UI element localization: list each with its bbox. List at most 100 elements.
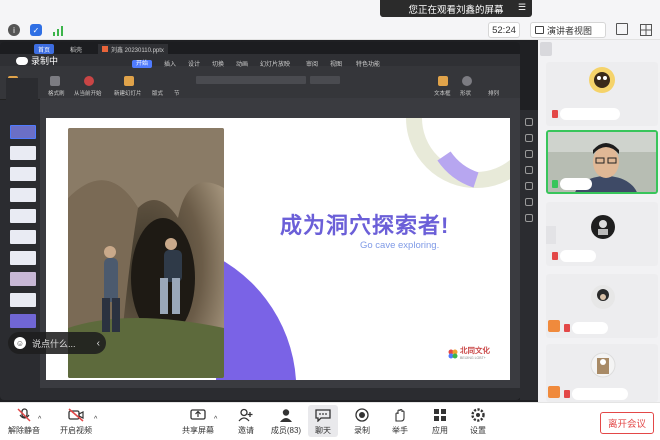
slide-thumbnail[interactable] xyxy=(10,188,36,202)
side-tool-icon[interactable] xyxy=(525,166,533,174)
menu-transition[interactable]: 切换 xyxy=(212,59,224,68)
participant-name-pill xyxy=(560,178,592,190)
banner-menu-icon[interactable]: ☰ xyxy=(518,2,530,14)
side-tool-icon[interactable] xyxy=(525,214,533,222)
ppt-file-icon xyxy=(102,46,108,52)
textbox-icon[interactable] xyxy=(438,76,448,86)
slide-thumbnail[interactable] xyxy=(10,209,36,223)
new-slide-icon[interactable] xyxy=(124,76,134,86)
members-icon xyxy=(280,409,292,422)
menu-insert[interactable]: 插入 xyxy=(164,59,176,68)
shield-icon[interactable]: ✓ xyxy=(30,24,42,36)
new-slide-label: 新建幻灯片 xyxy=(114,91,142,97)
slide-thumbnail[interactable] xyxy=(10,251,36,265)
format-painter-label: 格式刷 xyxy=(48,91,65,97)
chevron-up-icon[interactable]: ^ xyxy=(94,416,97,423)
side-tool-icon[interactable] xyxy=(525,134,533,142)
panel-collapse-icon[interactable] xyxy=(540,42,552,56)
gear-icon xyxy=(471,408,485,422)
share-screen-button[interactable]: 共享屏幕 xyxy=(178,408,218,436)
side-tool-icon[interactable] xyxy=(525,198,533,206)
apps-label: 应用 xyxy=(432,426,448,435)
format-painter-icon[interactable] xyxy=(50,76,60,86)
settings-button[interactable]: 设置 xyxy=(458,408,498,436)
avatar xyxy=(589,67,615,93)
members-button[interactable]: 成员(83) xyxy=(266,408,306,436)
slide-thumbnail[interactable] xyxy=(10,146,36,160)
recording-indicator: 录制中 xyxy=(16,54,58,67)
app-tab-document-label: 刘鑫 20230110.pptx xyxy=(111,47,164,54)
participant-tile[interactable] xyxy=(546,62,658,126)
side-tool-icon[interactable] xyxy=(525,150,533,158)
fullscreen-icon[interactable] xyxy=(616,23,628,35)
leave-meeting-button[interactable]: 离开会议 xyxy=(600,412,654,434)
chevron-right-icon[interactable] xyxy=(546,226,556,244)
hand-icon xyxy=(395,408,405,422)
apps-button[interactable]: 应用 xyxy=(420,408,460,436)
raise-hand-button[interactable]: 举手 xyxy=(380,408,420,436)
menu-features[interactable]: 特色功能 xyxy=(356,59,380,68)
play-from-current-icon[interactable] xyxy=(84,76,94,86)
side-tool-icon[interactable] xyxy=(525,182,533,190)
menu-kaishi[interactable]: 开始 xyxy=(132,58,153,68)
muted-mic-icon xyxy=(552,110,558,118)
slide-thumbnail[interactable] xyxy=(10,272,36,286)
shape-label: 形状 xyxy=(460,91,472,97)
org-logo-icon xyxy=(448,346,458,359)
record-icon xyxy=(355,408,369,422)
slide-thumbnail[interactable] xyxy=(10,230,36,244)
chevron-up-icon[interactable]: ^ xyxy=(38,416,41,423)
participant-name-pill xyxy=(572,322,608,334)
slide-thumbnail[interactable] xyxy=(10,314,36,328)
slide-thumbnail[interactable] xyxy=(10,125,36,139)
chat-button[interactable]: 聊天 xyxy=(303,408,343,436)
layout-label[interactable]: 版式 xyxy=(152,89,163,97)
side-tool-icon[interactable] xyxy=(525,118,533,126)
active-speaker-tile[interactable] xyxy=(546,130,658,194)
font-size-selector[interactable] xyxy=(310,76,340,84)
chat-label: 聊天 xyxy=(315,426,331,435)
unmute-label: 解除静音 xyxy=(8,426,40,435)
shape-icon[interactable] xyxy=(462,76,472,86)
participant-tile[interactable] xyxy=(546,202,658,266)
view-mode-label: 演讲者视图 xyxy=(547,25,593,36)
avatar xyxy=(590,352,616,378)
chat-bubble-icon: ☺ xyxy=(14,337,26,349)
menu-slideshow[interactable]: 幻灯片放映 xyxy=(260,59,290,68)
invite-label: 邀请 xyxy=(238,426,254,435)
chevron-up-icon[interactable]: ^ xyxy=(214,416,217,423)
video-button[interactable]: 开启视频 xyxy=(56,408,96,436)
section-label[interactable]: 节 xyxy=(174,89,180,97)
invite-button[interactable]: 邀请 xyxy=(226,408,266,436)
participant-name-pill xyxy=(572,388,628,400)
slide-thumbnail[interactable] xyxy=(10,293,36,307)
slide-thumbnail[interactable] xyxy=(10,167,36,181)
arrange-label[interactable]: 排列 xyxy=(488,89,499,97)
info-icon[interactable]: i xyxy=(8,24,20,36)
chevron-left-icon[interactable]: ‹ xyxy=(97,338,100,349)
slide: 成为洞穴探索者! Go cave exploring. 北同文化 BEIJING… xyxy=(46,118,510,380)
signal-icon[interactable] xyxy=(52,24,64,36)
share-screen-label: 共享屏幕 xyxy=(182,426,214,435)
slide-title: 成为洞穴探索者! xyxy=(280,213,450,238)
layout-icon[interactable] xyxy=(640,23,652,36)
app-tab-document[interactable]: 刘鑫 20230110.pptx xyxy=(98,44,168,54)
menu-view[interactable]: 视图 xyxy=(330,59,342,68)
menu-design[interactable]: 设计 xyxy=(188,59,200,68)
menu-review[interactable]: 审阅 xyxy=(306,59,318,68)
mic-off-icon xyxy=(17,408,31,422)
font-selector[interactable] xyxy=(196,76,306,84)
app-tab-home[interactable]: 首页 xyxy=(34,44,55,54)
record-button[interactable]: 录制 xyxy=(342,408,382,436)
slide-subtitle: Go cave exploring. xyxy=(360,240,440,251)
chat-quick-input[interactable]: ☺ 说点什么... ‹ xyxy=(8,332,106,354)
chat-quick-placeholder: 说点什么... xyxy=(32,338,76,349)
app-status-bar xyxy=(40,388,520,398)
view-mode-button[interactable]: 演讲者视图 xyxy=(530,22,606,38)
menu-animation[interactable]: 动画 xyxy=(236,59,248,68)
participant-tile[interactable] xyxy=(546,344,658,402)
record-label: 录制 xyxy=(354,426,370,435)
participant-tile[interactable] xyxy=(546,274,658,338)
avatar xyxy=(591,215,615,239)
app-tab-docer[interactable]: 稻壳 xyxy=(66,44,86,54)
